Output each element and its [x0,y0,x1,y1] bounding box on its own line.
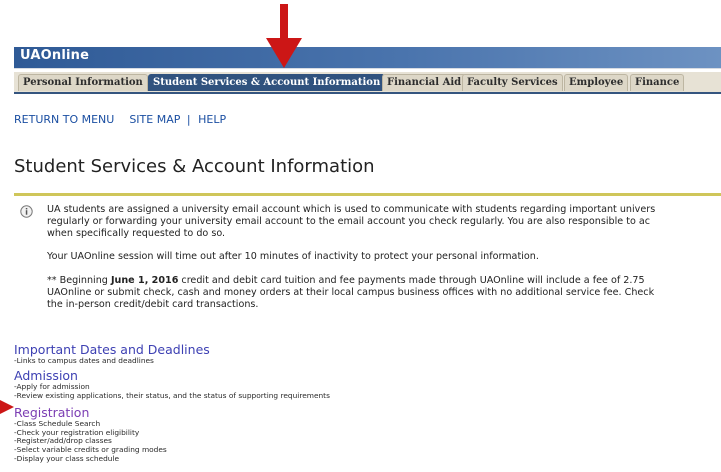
return-to-menu-link[interactable]: RETURN TO MENU [14,113,114,126]
admission-desc-2: -Review existing applications, their sta… [14,390,330,400]
annotation-arrow-right-icon [0,400,14,414]
email-info-line-1: UA students are assigned a university em… [47,204,656,215]
important-dates-desc: -Links to campus dates and deadlines [14,356,154,365]
help-link[interactable]: HELP [198,113,226,126]
top-fade [0,0,721,50]
tab-employee[interactable]: Employee [564,74,629,91]
top-nav: RETURN TO MENU SITE MAP | HELP [14,113,226,126]
tab-student-services[interactable]: Student Services & Account Information [148,74,386,91]
app-header: UAOnline [14,47,721,69]
tab-faculty-services[interactable]: Faculty Services [462,74,563,91]
notice-prefix: ** Beginning [47,275,111,286]
tab-personal-information[interactable]: Personal Information [18,74,148,91]
tab-financial-aid[interactable]: Financial Aid [382,74,467,91]
registration-link[interactable]: Registration [14,405,167,420]
page-title: Student Services & Account Information [14,156,375,177]
admission-link[interactable]: Admission [14,368,330,383]
nav-divider: | [186,113,191,126]
email-info-line-2: regularly or forwarding your university … [47,216,651,227]
menu-admission: Admission -Apply for admission -Review e… [14,368,330,400]
divider-rule [14,193,721,196]
menu-registration: Registration -Class Schedule Search -Che… [14,405,167,464]
notice-line-2: UAOnline or submit check, cash and money… [47,287,655,298]
notice-date: June 1, 2016 [110,275,179,286]
menu-important-dates: Important Dates and Deadlines -Links to … [14,342,210,366]
payment-notice: ** Beginning June 1, 2016 credit and deb… [47,275,654,311]
annotation-arrow-down-icon [266,4,302,68]
main-tabs: Personal Information Student Services & … [14,72,721,94]
timeout-text: Your UAOnline session will time out afte… [47,251,539,262]
tab-finance[interactable]: Finance [630,74,685,91]
site-map-link[interactable]: SITE MAP [129,113,180,126]
email-info-text: UA students are assigned a university em… [47,204,655,240]
notice-line-3: the in-person credit/debit card transact… [47,299,259,310]
important-dates-link[interactable]: Important Dates and Deadlines [14,342,210,357]
registration-desc-5: -Display your class schedule [14,453,120,463]
brand-title: UAOnline [20,48,90,63]
info-icon [20,205,33,218]
notice-body: credit and debit card tuition and fee pa… [178,275,645,286]
email-info-line-3: when specifically requested to do so. [47,228,226,239]
